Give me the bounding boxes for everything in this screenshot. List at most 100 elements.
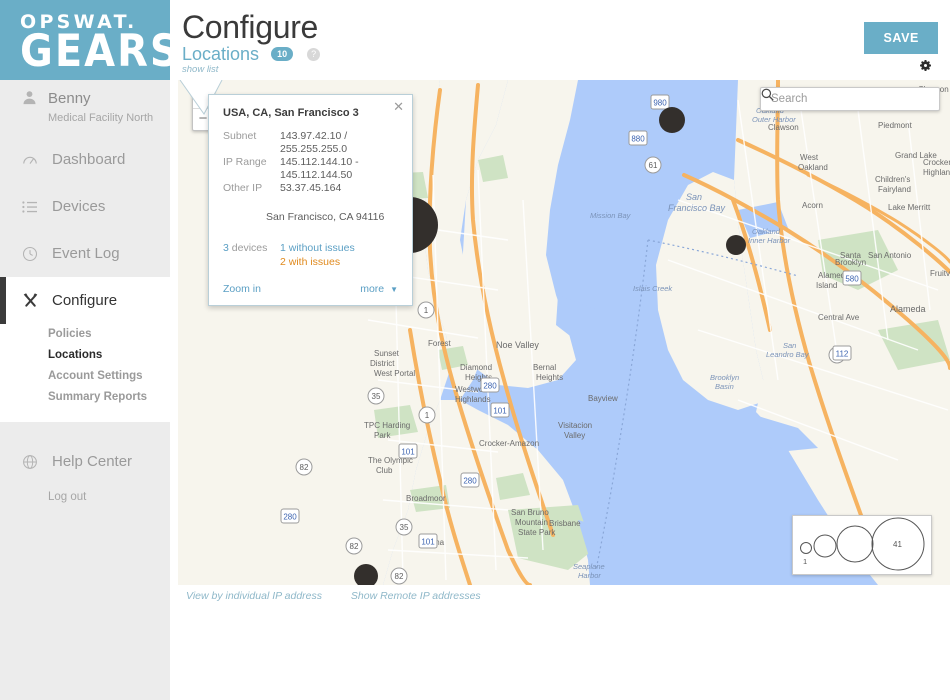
popup-zoom-in-link[interactable]: Zoom in [223,283,261,295]
svg-text:Island: Island [816,281,837,290]
tab-locations[interactable]: Locations 10 ? [182,44,321,65]
popup-row-key: Subnet [223,130,257,142]
help-icon[interactable]: ? [307,48,321,61]
brand-logo: OPSWAT. GEARS [0,0,181,80]
save-button[interactable]: SAVE [864,22,938,54]
sidebar-user[interactable]: Benny Medical Facility North [0,80,170,136]
svg-text:980: 980 [653,99,667,108]
chevron-down-icon: ▼ [390,285,398,294]
svg-text:35: 35 [372,392,381,401]
subnav-item-summary-reports[interactable]: Summary Reports [48,387,170,408]
svg-text:San Bruno: San Bruno [511,508,549,517]
popup-device-count[interactable]: 3 devices [223,241,280,269]
svg-text:35: 35 [400,523,409,532]
popup-row-key: IP Range [223,156,267,168]
brand-logo-bottom: GEARS [20,25,181,78]
popup-more-link[interactable]: more ▼ [360,283,398,295]
svg-text:Mountain: Mountain [515,518,548,527]
subnav-item-locations[interactable]: Locations [48,345,170,366]
legend-max-label: 41 [893,540,902,549]
svg-text:Harbor: Harbor [578,571,601,580]
map-legend: 1 41 [792,515,932,575]
svg-text:82: 82 [350,542,359,551]
svg-text:Fairyland: Fairyland [878,185,911,194]
svg-text:Oakland: Oakland [752,227,781,236]
location-info-popup[interactable]: ✕ USA, CA, San Francisco 3 Subnet 143.97… [208,94,413,306]
popup-without-issues[interactable]: 1 without issues [280,241,355,255]
sidebar-item-devices[interactable]: Devices [0,183,170,230]
svg-text:Visitacion: Visitacion [558,421,592,430]
svg-text:State Park: State Park [518,528,556,537]
svg-text:Club: Club [376,466,393,475]
svg-text:Piedmont: Piedmont [878,121,913,130]
view-by-individual-ip-link[interactable]: View by individual IP address [186,590,322,602]
svg-text:1: 1 [424,306,429,315]
svg-text:Lake Merritt: Lake Merritt [888,203,931,212]
legend-min-label: 1 [803,557,807,566]
svg-text:Crocker-Amazon: Crocker-Amazon [479,439,539,448]
svg-text:Bernal: Bernal [533,363,556,372]
sidebar-divider [0,422,170,438]
show-list-link[interactable]: show list [182,64,218,75]
svg-text:Mission Bay: Mission Bay [590,211,632,220]
sidebar-item-label: Event Log [52,245,120,262]
search-input[interactable] [761,92,927,106]
logout-link[interactable]: Log out [0,485,170,503]
svg-text:280: 280 [483,382,497,391]
popup-address: San Francisco, CA 94116 [223,211,398,224]
sidebar-user-name: Benny [48,90,91,107]
svg-text:61: 61 [649,161,658,170]
svg-text:82: 82 [395,572,404,581]
sidebar-nav: Benny Medical Facility North Dashboard D… [0,80,170,503]
svg-text:Broadmoor: Broadmoor [406,494,446,503]
sidebar-item-label: Help Center [52,453,133,470]
svg-text:1: 1 [425,411,430,420]
svg-text:Highlands: Highlands [923,168,950,177]
svg-text:Bayview: Bayview [588,394,618,403]
svg-text:Fruitvale: Fruitvale [930,269,950,278]
popup-row-value: 53.37.45.164 [280,182,342,194]
svg-text:280: 280 [463,477,477,486]
sidebar-item-dashboard[interactable]: Dashboard [0,136,170,183]
svg-text:District: District [370,359,395,368]
sidebar-item-help-center[interactable]: Help Center [0,438,170,485]
svg-text:101: 101 [401,448,415,457]
globe-icon [22,454,48,470]
locations-count-badge: 10 [271,47,294,61]
map-canvas[interactable]: San Francisco Bay Oakland Outer Harbor O… [178,80,950,585]
popup-device-count-label: devices [231,242,268,254]
gear-icon[interactable] [918,58,933,76]
close-icon[interactable]: ✕ [393,100,404,113]
svg-text:Park: Park [374,431,391,440]
svg-text:Valley: Valley [564,431,585,440]
svg-text:Francisco Bay: Francisco Bay [668,203,726,213]
map-footer-links: View by individual IP address Show Remot… [186,590,507,602]
popup-row-key: Other IP [223,182,263,194]
popup-with-issues[interactable]: 2 with issues [280,255,355,269]
tools-icon [22,292,48,309]
svg-text:101: 101 [493,407,507,416]
show-remote-ip-link[interactable]: Show Remote IP addresses [351,590,481,602]
svg-text:580: 580 [845,275,859,284]
sidebar-item-configure[interactable]: Configure [0,277,170,324]
tab-bar: Locations 10 ? [182,44,321,65]
gauge-icon [22,152,48,168]
user-icon [22,90,48,105]
svg-text:880: 880 [631,135,645,144]
map-search[interactable] [760,87,940,111]
popup-device-count-value: 3 [223,242,229,254]
subnav-item-account-settings[interactable]: Account Settings [48,366,170,387]
sidebar-item-event-log[interactable]: Event Log [0,230,170,277]
svg-text:Heights: Heights [536,373,563,382]
page-header: Configure Locations 10 ? show list SAVE [170,0,950,80]
svg-text:Acorn: Acorn [802,201,823,210]
popup-issue-breakdown: 1 without issues 2 with issues [280,241,355,269]
popup-row-value: 143.97.42.10 / 255.255.255.0 [280,130,348,155]
popup-row-ip-range: IP Range 145.112.144.10 - 145.112.144.50 [223,156,398,182]
svg-text:Seaplane: Seaplane [573,562,605,571]
svg-text:Oakland: Oakland [798,163,828,172]
subnav-item-policies[interactable]: Policies [48,324,170,345]
popup-device-stats: 3 devices 1 without issues 2 with issues [223,241,398,269]
svg-text:82: 82 [300,463,309,472]
sidebar-user-org: Medical Facility North [48,111,154,124]
